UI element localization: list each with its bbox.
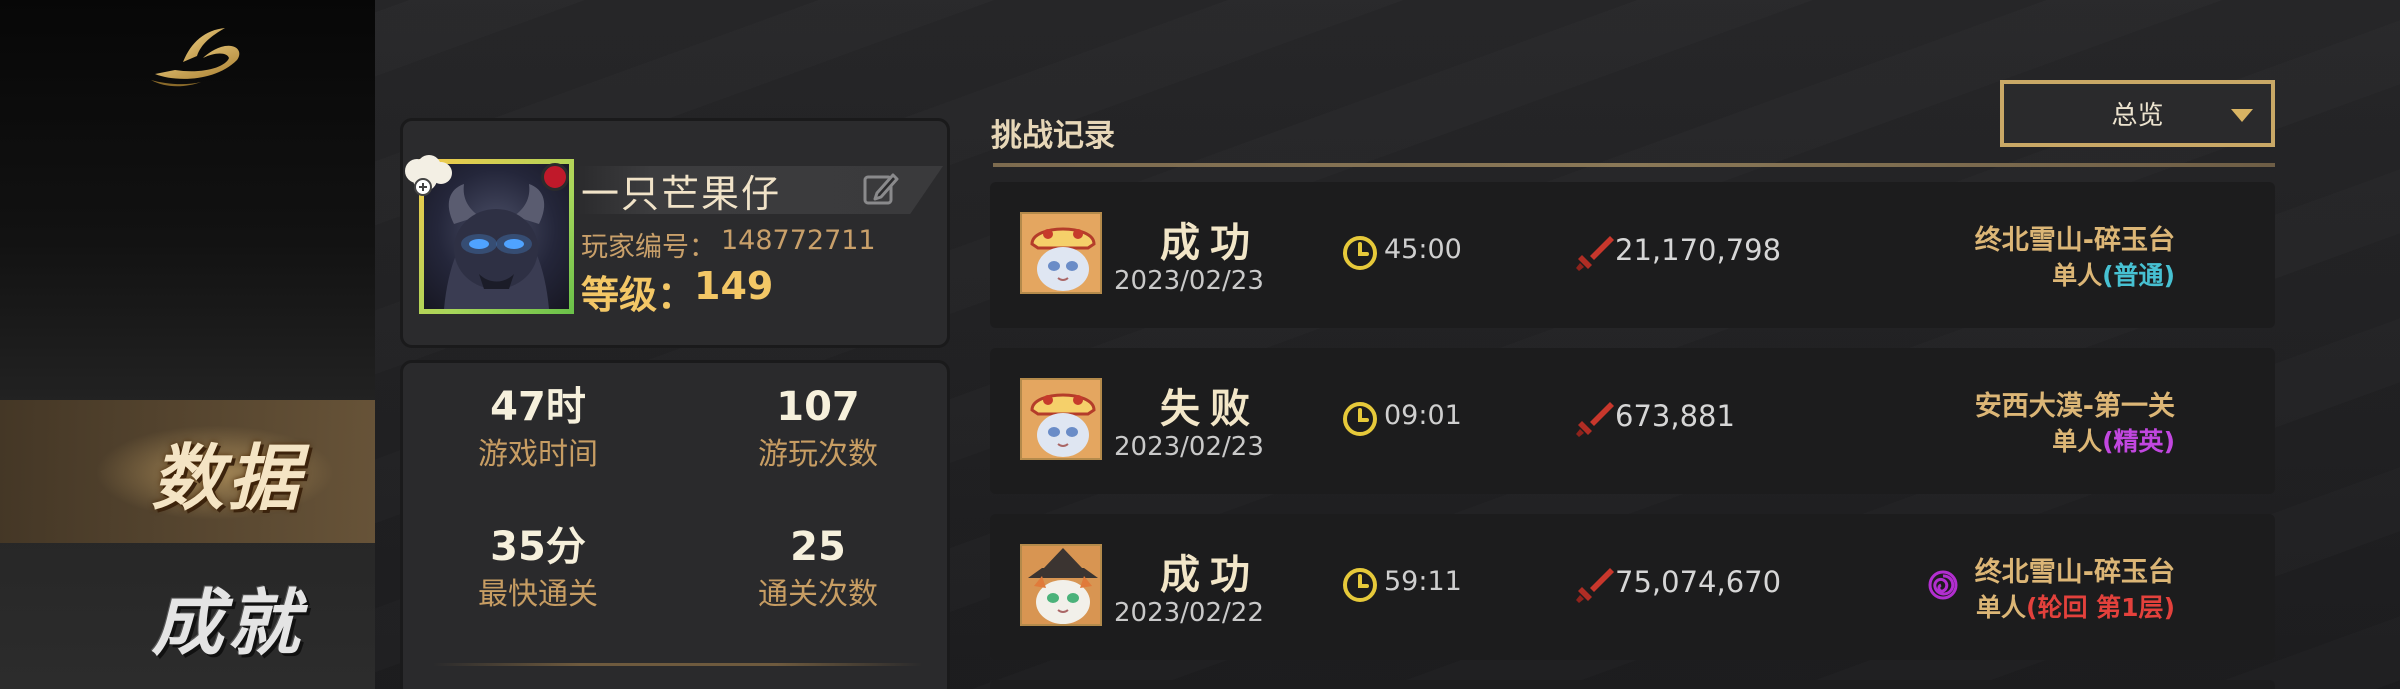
record-date: 2023/02/23 — [1114, 432, 1264, 462]
profile-card: 一只芒果仔 玩家编号： 148772711 等级： 149 — [400, 118, 950, 348]
player-name: 一只芒果仔 — [581, 172, 782, 216]
stage-name: 安西大漠-第一关 — [1974, 391, 2175, 422]
clear-time: 09:01 — [1384, 400, 1462, 431]
record-row[interactable] — [990, 680, 2275, 689]
sidebar-item-achievements[interactable]: 成就 — [0, 545, 375, 688]
result-text: 成功 — [1160, 551, 1260, 598]
sheep-badge-icon — [405, 155, 452, 196]
result-text: 失败 — [1160, 385, 1260, 432]
stage-name: 终北雪山-碎玉台 — [1974, 225, 2175, 256]
record-date: 2023/02/23 — [1114, 266, 1264, 296]
clock-icon — [1343, 236, 1377, 270]
stat-clear-count: 25 通关次数 — [703, 523, 933, 617]
cat-chef-portrait-icon — [1022, 380, 1100, 458]
filter-dropdown[interactable]: 总览 — [2000, 80, 2275, 147]
player-id-label: 玩家编号： — [581, 232, 716, 263]
character-portrait — [1020, 544, 1102, 626]
stage-mode: 单人(精英) — [2052, 422, 2175, 458]
mode-close-paren: ) — [2163, 593, 2175, 622]
sidebar-item-label: 数据 — [151, 435, 304, 520]
stage-name: 终北雪山-碎玉台 — [1974, 557, 2175, 588]
character-portrait — [1020, 378, 1102, 460]
mode-value: 轮回 第1层 — [2037, 593, 2164, 622]
stat-play-count: 107 游玩次数 — [703, 383, 933, 477]
mode-prefix: 单人 — [2052, 261, 2103, 290]
mode-open-paren: ( — [2102, 261, 2114, 290]
mode-open-paren: ( — [2026, 593, 2038, 622]
mode-value: 普通 — [2113, 261, 2164, 290]
stat-play-time: 47时 游戏时间 — [423, 383, 653, 477]
record-date: 2023/02/22 — [1114, 598, 1264, 628]
mode-prefix: 单人 — [1976, 593, 2027, 622]
damage-value: 75,074,670 — [1615, 565, 1782, 599]
player-id-value: 148772711 — [721, 225, 876, 256]
cat-witch-portrait-icon — [1022, 546, 1100, 624]
cat-chef-portrait-icon — [1022, 214, 1100, 292]
clock-icon — [1343, 402, 1377, 436]
stats-card: 47时 游戏时间 107 游玩次数 35分 最快通关 25 通关次数 — [400, 360, 950, 689]
notification-dot — [541, 163, 569, 191]
level-label: 等级： — [581, 273, 696, 317]
sword-damage-icon — [1576, 568, 1614, 603]
mode-prefix: 单人 — [2052, 427, 2103, 456]
stat-label: 最快通关 — [478, 577, 598, 612]
stage-mode: 单人(普通) — [2052, 256, 2175, 292]
stat-label: 游玩次数 — [758, 437, 878, 472]
sidebar: 数据 成就 — [0, 0, 375, 689]
character-portrait — [1020, 212, 1102, 294]
damage-value: 21,170,798 — [1615, 233, 1782, 267]
stage-mode: 单人(轮回 第1层) — [1976, 588, 2175, 624]
sword-damage-icon — [1576, 402, 1614, 437]
stat-value: 25 — [790, 524, 846, 570]
record-row[interactable]: 成功 2023/02/22 59:11 75,074,670 终北雪山-碎玉台 … — [990, 514, 2275, 660]
mode-open-paren: ( — [2102, 427, 2114, 456]
mode-close-paren: ) — [2163, 427, 2175, 456]
sidebar-item-data[interactable]: 数据 — [0, 400, 375, 543]
mode-close-paren: ) — [2163, 261, 2175, 290]
section-title: 挑战记录 — [991, 118, 1115, 154]
divider — [433, 663, 923, 666]
clock-icon — [1343, 568, 1377, 602]
logo-icon — [151, 28, 240, 87]
record-row[interactable]: 失败 2023/02/23 09:01 673,881 安西大漠-第一关 单人(… — [990, 348, 2275, 494]
stat-value: 47时 — [490, 384, 586, 430]
clear-time: 59:11 — [1384, 566, 1462, 597]
stat-fastest-clear: 35分 最快通关 — [423, 523, 653, 617]
stat-label: 通关次数 — [758, 577, 878, 612]
record-row[interactable]: 成功 2023/02/23 45:00 21,170,798 终北雪山-碎玉台 … — [990, 182, 2275, 328]
divider — [993, 163, 2275, 167]
stat-value: 107 — [776, 384, 860, 430]
result-text: 成功 — [1160, 219, 1260, 266]
dropdown-selected-value: 总览 — [2111, 101, 2164, 131]
stat-label: 游戏时间 — [478, 437, 598, 472]
chevron-down-icon — [2231, 109, 2253, 122]
edit-icon[interactable] — [861, 169, 901, 209]
sidebar-item-label: 成就 — [151, 580, 304, 665]
stat-value: 35分 — [490, 524, 586, 570]
level-value: 149 — [694, 264, 774, 308]
sword-damage-icon — [1576, 236, 1614, 271]
damage-value: 673,881 — [1615, 399, 1735, 433]
mode-value: 精英 — [2113, 427, 2164, 456]
clear-time: 45:00 — [1384, 234, 1462, 265]
cycle-swirl-icon — [1928, 570, 1958, 600]
